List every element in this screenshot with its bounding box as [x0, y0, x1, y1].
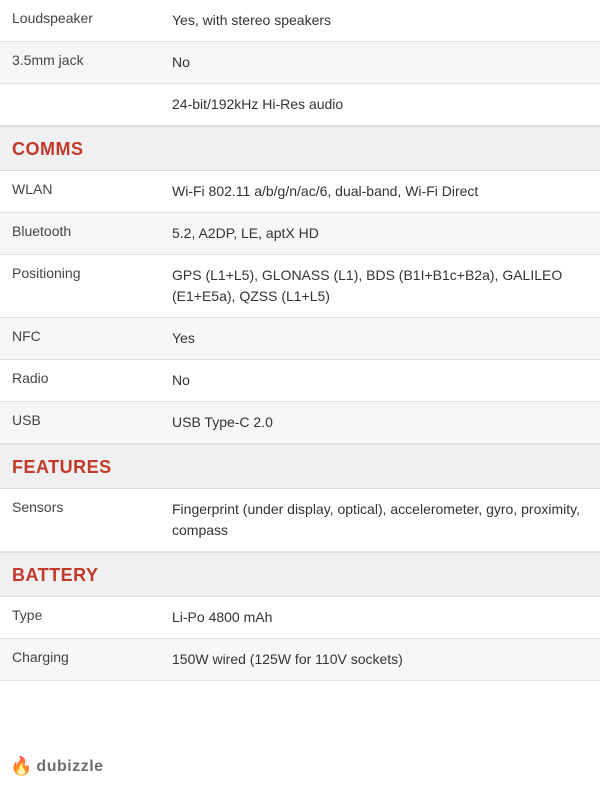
section-title: COMMS	[12, 139, 84, 160]
spec-label: WLAN	[0, 171, 160, 212]
table-row: RadioNo	[0, 360, 600, 402]
section-header: BATTERY	[0, 552, 600, 597]
spec-label: Charging	[0, 639, 160, 680]
watermark: 🔥 dubizzle	[10, 756, 104, 777]
spec-label: Loudspeaker	[0, 0, 160, 41]
spec-value: No	[160, 360, 600, 401]
table-row: TypeLi-Po 4800 mAh	[0, 597, 600, 639]
spec-value: No	[160, 42, 600, 83]
spec-label: Bluetooth	[0, 213, 160, 254]
table-row: LoudspeakerYes, with stereo speakers	[0, 0, 600, 42]
spec-value: Yes	[160, 318, 600, 359]
spec-label: Radio	[0, 360, 160, 401]
table-row: SensorsFingerprint (under display, optic…	[0, 489, 600, 552]
table-row: PositioningGPS (L1+L5), GLONASS (L1), BD…	[0, 255, 600, 318]
section-header: COMMS	[0, 126, 600, 171]
table-row: USBUSB Type-C 2.0	[0, 402, 600, 444]
table-row: 3.5mm jackNo	[0, 42, 600, 84]
spec-label: Type	[0, 597, 160, 638]
spec-value: Yes, with stereo speakers	[160, 0, 600, 41]
spec-label	[0, 84, 160, 125]
spec-value: Wi-Fi 802.11 a/b/g/n/ac/6, dual-band, Wi…	[160, 171, 600, 212]
table-row: NFCYes	[0, 318, 600, 360]
spec-value: 24-bit/192kHz Hi-Res audio	[160, 84, 600, 125]
spec-label: 3.5mm jack	[0, 42, 160, 83]
table-row: Charging150W wired (125W for 110V socket…	[0, 639, 600, 681]
spec-value: 150W wired (125W for 110V sockets)	[160, 639, 600, 680]
spec-value: USB Type-C 2.0	[160, 402, 600, 443]
spec-value: GPS (L1+L5), GLONASS (L1), BDS (B1I+B1c+…	[160, 255, 600, 317]
spec-label: Sensors	[0, 489, 160, 551]
section-header: FEATURES	[0, 444, 600, 489]
spec-label: USB	[0, 402, 160, 443]
table-row: 24-bit/192kHz Hi-Res audio	[0, 84, 600, 126]
spec-label: Positioning	[0, 255, 160, 317]
section-title: FEATURES	[12, 457, 112, 478]
spec-container: LoudspeakerYes, with stereo speakers3.5m…	[0, 0, 600, 681]
watermark-text: dubizzle	[36, 758, 103, 776]
watermark-icon: 🔥	[10, 756, 32, 777]
spec-value: Fingerprint (under display, optical), ac…	[160, 489, 600, 551]
section-title: BATTERY	[12, 565, 99, 586]
table-row: Bluetooth5.2, A2DP, LE, aptX HD	[0, 213, 600, 255]
spec-label: NFC	[0, 318, 160, 359]
spec-value: Li-Po 4800 mAh	[160, 597, 600, 638]
table-row: WLANWi-Fi 802.11 a/b/g/n/ac/6, dual-band…	[0, 171, 600, 213]
spec-value: 5.2, A2DP, LE, aptX HD	[160, 213, 600, 254]
